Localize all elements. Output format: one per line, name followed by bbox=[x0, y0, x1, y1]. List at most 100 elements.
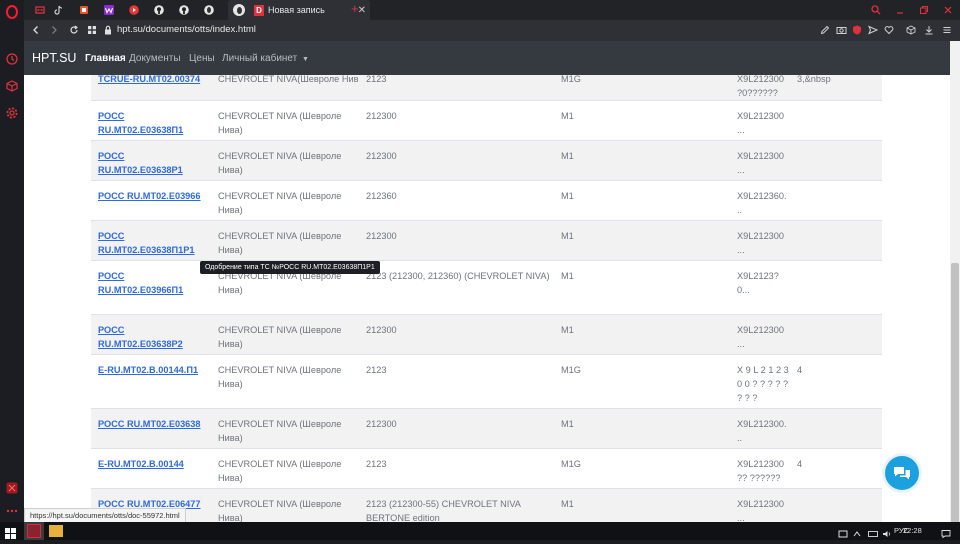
sidebar-app-icon[interactable] bbox=[3, 479, 21, 497]
cell-doc: РОСС RU.MT02.E03966 bbox=[91, 180, 211, 221]
opera-icon[interactable] bbox=[201, 2, 217, 18]
chat-button[interactable] bbox=[882, 453, 922, 493]
document-link[interactable]: РОСС RU.MT02.E03638 bbox=[98, 419, 201, 429]
table-row: РОСС RU.MT02.E03638П1P1 CHEVROLET NIVA (Ш… bbox=[91, 220, 882, 261]
windows-start-icon[interactable] bbox=[5, 526, 16, 544]
cell-variant: 212300 bbox=[359, 220, 554, 261]
document-link[interactable]: РОСС RU.MT02.E03638P1 bbox=[98, 151, 183, 175]
office-icon[interactable] bbox=[76, 2, 92, 18]
w-icon[interactable] bbox=[101, 2, 117, 18]
page-viewport: HPT.SU Главная Документы Цены Личный каб… bbox=[24, 41, 960, 522]
document-link[interactable]: E-RU.MT02.B.00144.П1 bbox=[98, 365, 198, 375]
status-url: https://hpt.su/documents/otts/doc-55972.… bbox=[24, 508, 186, 522]
edit-icon[interactable] bbox=[818, 23, 832, 37]
document-link[interactable]: РОСС RU.MT02.E03638П1 bbox=[98, 111, 183, 135]
download-icon[interactable] bbox=[922, 23, 936, 37]
taskbar-opera-gx[interactable] bbox=[24, 522, 44, 540]
camera-icon[interactable] bbox=[834, 23, 848, 37]
site-brand[interactable]: HPT.SU bbox=[32, 51, 76, 65]
forward-icon[interactable] bbox=[46, 22, 62, 38]
cell-model: CHEVROLET NIVA (Шевроле Нива) bbox=[211, 354, 359, 409]
cell-text: M1 bbox=[561, 325, 574, 335]
file-explorer-icon[interactable] bbox=[49, 525, 63, 537]
minimize-icon[interactable] bbox=[892, 2, 908, 18]
lock-icon[interactable] bbox=[100, 22, 116, 38]
cell-extra bbox=[790, 488, 882, 522]
notifications-icon[interactable] bbox=[941, 526, 951, 544]
menu-icon[interactable] bbox=[940, 23, 954, 37]
new-tab-button[interactable]: + bbox=[351, 1, 359, 16]
cell-doc: РОСС RU.MT02.E03638П1 bbox=[91, 100, 211, 141]
tray-keyboard-icon[interactable] bbox=[868, 526, 878, 544]
cell-text: 212300 bbox=[366, 111, 397, 121]
cell-vin: X9L212300. .. bbox=[730, 408, 790, 449]
url-field[interactable]: hpt.su/documents/otts/index.html bbox=[117, 24, 256, 35]
back-icon[interactable] bbox=[28, 22, 44, 38]
opera-menu-icon[interactable] bbox=[3, 3, 21, 21]
cell-text: M1 bbox=[561, 271, 574, 281]
tab-strip: D Новая запись ✕ + bbox=[24, 0, 960, 20]
document-link[interactable]: РОСС RU.MT02.E03966 bbox=[98, 191, 201, 201]
cell-variant: 2123 (212300, 212360) (CHEVROLET NIVA) bbox=[359, 260, 554, 315]
nav-prices-link[interactable]: Цены bbox=[189, 53, 215, 64]
tray-app-icon[interactable] bbox=[838, 526, 848, 544]
reload-icon[interactable] bbox=[66, 22, 82, 38]
speed-dial-icon[interactable] bbox=[84, 22, 100, 38]
github-icon[interactable] bbox=[151, 2, 167, 18]
cell-vin: X9L212300 ... bbox=[730, 220, 790, 261]
tiktok-icon[interactable] bbox=[51, 2, 67, 18]
cell-text: 212300 bbox=[366, 419, 397, 429]
cell-text: 212360 bbox=[366, 191, 397, 201]
history-icon[interactable] bbox=[3, 50, 21, 68]
tray-arrow-icon[interactable] bbox=[852, 526, 862, 544]
send-icon[interactable] bbox=[866, 23, 880, 37]
cell-vin: X9L212360. .. bbox=[730, 180, 790, 221]
caret-down-icon: ▼ bbox=[302, 56, 309, 63]
cell-vin: X9L212300 ... bbox=[730, 488, 790, 522]
heart-icon[interactable] bbox=[882, 23, 896, 37]
scrollbar-thumb[interactable] bbox=[951, 263, 959, 522]
cell-model: CHEVROLET NIVA (Шевроле Нива) bbox=[211, 314, 359, 355]
cell-text: M1 bbox=[561, 419, 574, 429]
close-window-icon[interactable] bbox=[940, 2, 956, 18]
cell-doc: РОСС RU.MT02.E03638 bbox=[91, 408, 211, 449]
cell-model: CHEVROLET NIVA (Шевроле Нива) bbox=[211, 220, 359, 261]
search-icon[interactable] bbox=[868, 2, 884, 18]
cell-variant: 2123 (212300-55) CHEVROLET NIVA BERTONE … bbox=[359, 488, 554, 522]
address-bar: hpt.su/documents/otts/index.html bbox=[24, 20, 960, 41]
cell-vin: X9L212300 ... bbox=[730, 314, 790, 355]
youtube-icon[interactable] bbox=[126, 2, 142, 18]
box-icon[interactable] bbox=[904, 23, 918, 37]
document-link[interactable]: РОСС RU.MT02.E03638P2 bbox=[98, 325, 183, 349]
volume-icon[interactable] bbox=[882, 526, 892, 544]
document-link[interactable]: TCRUE-RU.MT02.00374 bbox=[98, 74, 200, 84]
cell-model: CHEVROLET NIVA (Шевроле Нива) bbox=[211, 100, 359, 141]
document-link[interactable]: РОСС RU.MT02.E03638П1P1 bbox=[98, 231, 195, 255]
nav-documents-link[interactable]: Документы bbox=[129, 53, 181, 64]
cell-vin: X9L212300 ... bbox=[730, 140, 790, 181]
settings-gear-icon[interactable] bbox=[3, 104, 21, 122]
opera-gx-icon[interactable] bbox=[32, 2, 48, 18]
cell-extra bbox=[790, 180, 882, 221]
tooltip: Одобрение типа ТС №РОСС RU.MT02.E03638П1… bbox=[200, 261, 380, 274]
nav-home-link[interactable]: Главная bbox=[85, 53, 126, 64]
cell-text: 2123 bbox=[366, 74, 387, 84]
nav-account-dropdown[interactable]: Личный кабинет ▼ bbox=[222, 53, 309, 64]
table-row: РОСС RU.MT02.E03638P2 CHEVROLET NIVA (Шев… bbox=[91, 314, 882, 355]
extensions-cube-icon[interactable] bbox=[3, 77, 21, 95]
tab-close-icon[interactable]: ✕ bbox=[358, 5, 366, 16]
restore-icon[interactable] bbox=[916, 2, 932, 18]
document-link[interactable]: E-RU.MT02.B.00144 bbox=[98, 459, 184, 469]
document-link[interactable]: РОСС RU.MT02.E03966П1 bbox=[98, 271, 183, 295]
cell-text: 212300 bbox=[366, 151, 397, 161]
cell-variant: 212360 bbox=[359, 180, 554, 221]
cell-text: 212300 bbox=[366, 325, 397, 335]
clock[interactable]: 22:28 bbox=[903, 526, 922, 535]
github-icon[interactable] bbox=[176, 2, 192, 18]
cell-text: M1G bbox=[561, 74, 581, 84]
scrollbar-track[interactable] bbox=[950, 41, 960, 522]
cell-extra bbox=[790, 260, 882, 315]
sidebar-more-icon[interactable] bbox=[3, 502, 21, 520]
cell-text: 3,&nbsp bbox=[797, 74, 831, 84]
vpn-shield-icon[interactable] bbox=[850, 23, 864, 37]
